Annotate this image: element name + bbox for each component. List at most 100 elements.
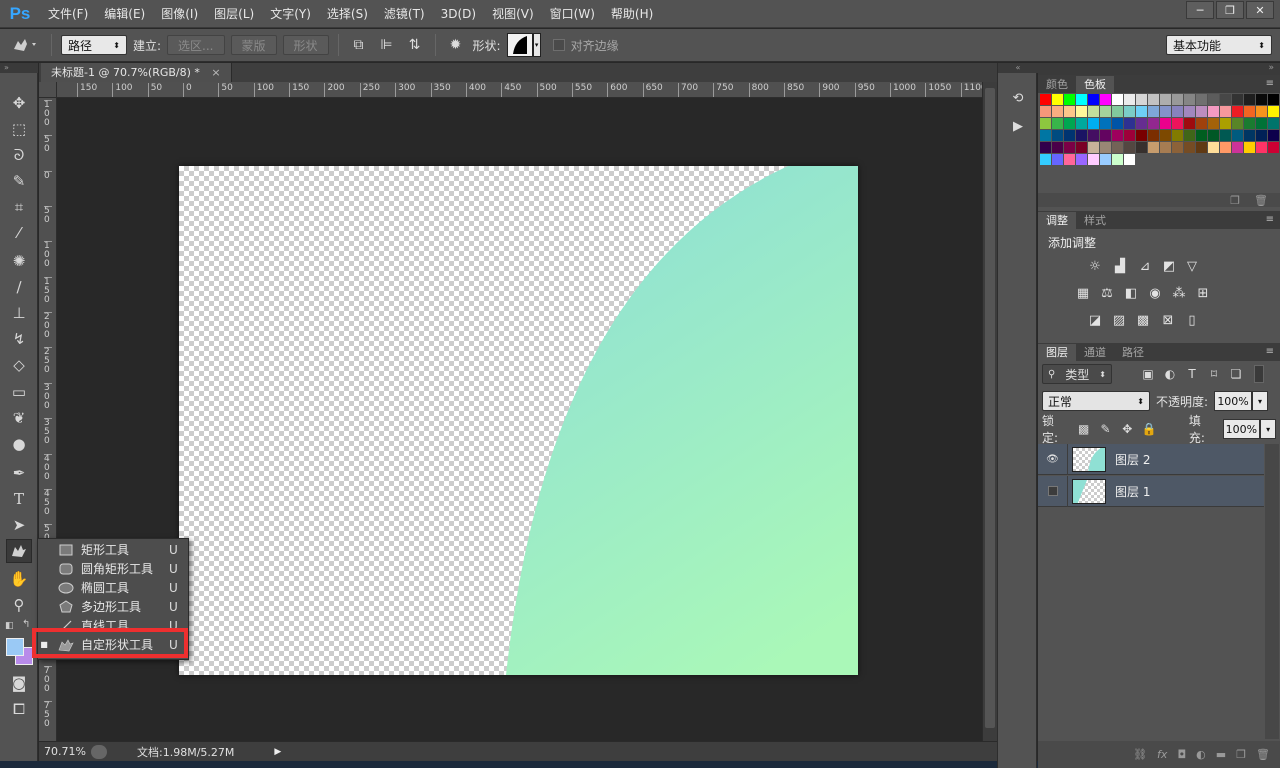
eyedropper-tool-icon[interactable]: ⁄ — [6, 221, 32, 245]
photo-filter-icon[interactable]: ◉ — [1146, 285, 1164, 301]
color-swatch[interactable] — [1148, 118, 1159, 129]
vibrance-icon[interactable]: ▽ — [1183, 258, 1201, 274]
color-swatch[interactable] — [1256, 118, 1267, 129]
color-swatch[interactable] — [1112, 142, 1123, 153]
color-swatch[interactable] — [1040, 94, 1051, 105]
flyout-item[interactable]: 多边形工具 U — [38, 597, 188, 616]
color-swatch[interactable] — [1232, 130, 1243, 141]
flyout-item[interactable]: 椭圆工具 U — [38, 578, 188, 597]
menu-item[interactable]: 滤镜(T) — [376, 0, 433, 28]
exposure-icon[interactable]: ◩ — [1160, 258, 1178, 274]
filter-toggle[interactable] — [1254, 365, 1264, 383]
history-brush-tool-icon[interactable]: ↯ — [6, 327, 32, 351]
color-swatch[interactable] — [1124, 94, 1135, 105]
opacity-field[interactable]: 100% — [1214, 391, 1253, 411]
tab-channels[interactable]: 通道 — [1076, 344, 1114, 361]
color-swatch[interactable] — [1196, 118, 1207, 129]
color-swatch[interactable] — [1256, 130, 1267, 141]
channel-mixer-icon[interactable]: ⁂ — [1170, 285, 1188, 301]
tab-color[interactable]: 颜色 — [1038, 76, 1076, 93]
color-swatch[interactable] — [1196, 94, 1207, 105]
panel-menu-icon[interactable]: ≡ — [1266, 214, 1274, 225]
tab-styles[interactable]: 样式 — [1076, 212, 1114, 229]
path-alignment-icon[interactable]: ⊫ — [376, 34, 398, 56]
color-swatch[interactable] — [1244, 106, 1255, 117]
color-balance-icon[interactable]: ⚖ — [1098, 285, 1116, 301]
color-swatch[interactable] — [1136, 118, 1147, 129]
vertical-scrollbar[interactable] — [982, 82, 997, 741]
document-canvas[interactable] — [179, 166, 858, 675]
color-swatch[interactable] — [1172, 106, 1183, 117]
swap-colors-icon[interactable]: ↰ — [22, 619, 30, 630]
restore-button[interactable]: ❐ — [1216, 1, 1244, 19]
color-swatch[interactable] — [1172, 142, 1183, 153]
color-swatch[interactable] — [1064, 118, 1075, 129]
color-swatch[interactable] — [1100, 94, 1111, 105]
type-tool-icon[interactable]: T — [6, 487, 32, 511]
custom-shape-icon[interactable] — [8, 34, 42, 56]
gradient-tool-icon[interactable]: ▭ — [6, 380, 32, 404]
menu-item[interactable]: 文字(Y) — [262, 0, 319, 28]
new-swatch-icon[interactable]: ❐ — [1230, 194, 1240, 207]
layers-scrollbar[interactable] — [1265, 444, 1279, 739]
color-swatch[interactable] — [1172, 130, 1183, 141]
color-swatch[interactable] — [1160, 130, 1171, 141]
color-swatch[interactable] — [1064, 94, 1075, 105]
color-swatch[interactable] — [1160, 94, 1171, 105]
tab-adjustments[interactable]: 调整 — [1038, 212, 1076, 229]
panel-menu-icon[interactable]: ≡ — [1266, 78, 1274, 89]
menu-item[interactable]: 3D(D) — [433, 0, 484, 28]
color-swatch[interactable] — [1076, 118, 1087, 129]
color-swatch[interactable] — [1232, 106, 1243, 117]
color-swatch[interactable] — [1076, 94, 1087, 105]
color-swatch[interactable] — [1220, 118, 1231, 129]
flyout-item[interactable]: 矩形工具 U — [38, 540, 188, 559]
color-swatch[interactable] — [1112, 94, 1123, 105]
crop-tool-icon[interactable]: ⌗ — [6, 195, 32, 219]
blend-mode-select[interactable]: 正常 ⬍ — [1042, 391, 1150, 411]
color-swatch[interactable] — [1160, 142, 1171, 153]
color-swatch[interactable] — [1208, 94, 1219, 105]
fill-field[interactable]: 100% — [1222, 419, 1261, 439]
trash-icon[interactable]: 🗑 — [1254, 194, 1268, 207]
color-swatch[interactable] — [1100, 130, 1111, 141]
tab-swatches[interactable]: 色板 — [1076, 76, 1114, 93]
hand-tool-icon[interactable]: ✋ — [6, 567, 32, 591]
color-swatch[interactable] — [1256, 142, 1267, 153]
color-swatch[interactable] — [1052, 94, 1063, 105]
color-swatch[interactable] — [1220, 106, 1231, 117]
brightness-icon[interactable]: ☼ — [1086, 258, 1104, 274]
marquee-tool-icon[interactable]: ⬚ — [6, 117, 32, 141]
color-swatch[interactable] — [1148, 142, 1159, 153]
color-swatch[interactable] — [1172, 94, 1183, 105]
quick-mask-icon[interactable]: ◙ — [6, 671, 32, 695]
color-swatch[interactable] — [1088, 94, 1099, 105]
color-swatch[interactable] — [1136, 130, 1147, 141]
menu-item[interactable]: 视图(V) — [484, 0, 542, 28]
color-swatch[interactable] — [1196, 130, 1207, 141]
color-swatch[interactable] — [1148, 106, 1159, 117]
color-swatch[interactable] — [1148, 94, 1159, 105]
color-swatch[interactable] — [1196, 106, 1207, 117]
color-swatch[interactable] — [1268, 130, 1279, 141]
color-swatch[interactable] — [1244, 142, 1255, 153]
color-swatch[interactable] — [1052, 154, 1063, 165]
doc-info-icon[interactable] — [91, 744, 107, 759]
align-edges-checkbox[interactable] — [552, 39, 565, 51]
curves-icon[interactable]: ⊿ — [1136, 258, 1154, 274]
color-swatch[interactable] — [1064, 154, 1075, 165]
document-tab[interactable]: 未标题-1 @ 70.7%(RGB/8) * × — [41, 63, 232, 82]
menu-item[interactable]: 选择(S) — [319, 0, 376, 28]
color-swatch[interactable] — [1088, 142, 1099, 153]
gear-icon[interactable]: ✹ — [445, 34, 467, 56]
color-swatch[interactable] — [1100, 142, 1111, 153]
color-swatch[interactable] — [1184, 106, 1195, 117]
move-tool-icon[interactable]: ✥ — [6, 91, 32, 115]
panel-collapse-icon[interactable]: » — [1038, 63, 1280, 75]
color-swatch[interactable] — [1064, 130, 1075, 141]
eye-icon[interactable] — [1038, 475, 1068, 507]
lock-all-icon[interactable]: 🔒 — [1141, 421, 1157, 437]
color-swatch[interactable] — [1100, 118, 1111, 129]
minimize-button[interactable]: ─ — [1186, 1, 1214, 19]
chevron-down-icon[interactable]: ▾ — [1260, 419, 1277, 439]
